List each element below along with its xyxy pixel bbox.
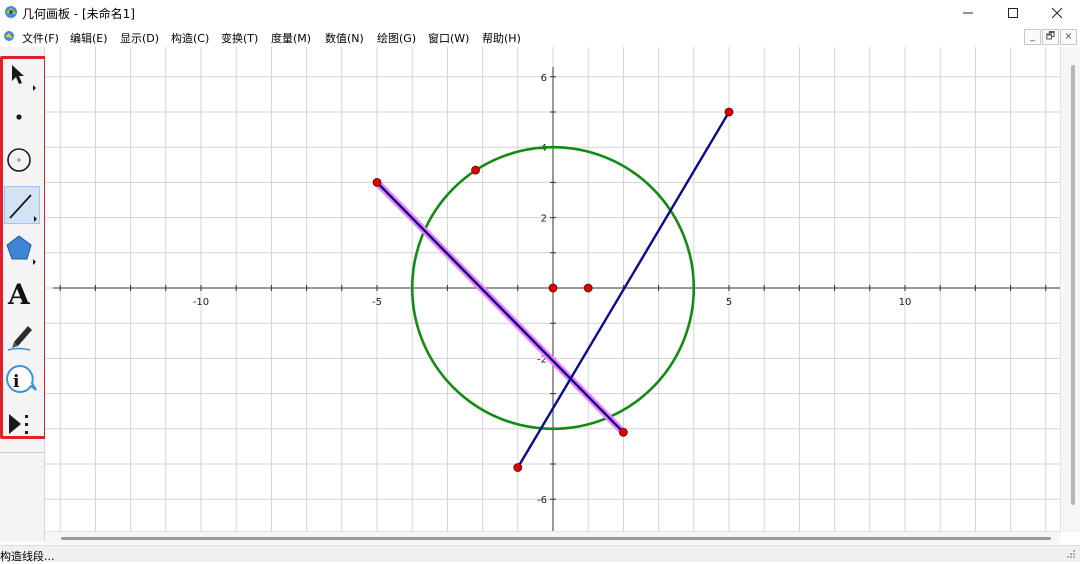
menu-display[interactable]: 显示(D) xyxy=(120,30,159,46)
window-title: 几何画板 - [未命名1] xyxy=(22,7,135,21)
menu-number[interactable]: 数值(N) xyxy=(325,30,364,46)
y-tick-label: 2 xyxy=(541,214,547,225)
status-bar: 构造线段... xyxy=(0,545,1080,563)
point xyxy=(471,165,480,175)
menu-edit[interactable]: 编辑(E) xyxy=(70,30,108,46)
sketch-canvas[interactable]: -10 -5 5 10 6 4 2 -2 -6 xyxy=(45,47,1060,531)
vertical-scrollbar[interactable] xyxy=(1060,47,1080,532)
horizontal-scroll-thumb[interactable] xyxy=(61,537,1051,540)
menu-help[interactable]: 帮助(H) xyxy=(482,30,521,46)
close-button[interactable] xyxy=(1034,0,1080,26)
mdi-restore-button[interactable]: 🗗 xyxy=(1042,29,1059,45)
coordinate-grid[interactable]: -10 -5 5 10642-2-6 xyxy=(45,47,1060,531)
x-tick-label: 10 xyxy=(899,297,912,308)
menu-graph[interactable]: 绘图(G) xyxy=(377,30,416,46)
resize-grip-icon[interactable] xyxy=(1066,549,1076,559)
close-icon xyxy=(1051,7,1063,19)
y-tick-label: -6 xyxy=(537,495,547,506)
maximize-button[interactable] xyxy=(990,0,1036,26)
menu-file[interactable]: 文件(F) xyxy=(22,30,59,46)
maximize-icon xyxy=(1008,8,1018,18)
point xyxy=(619,427,628,437)
menu-construct[interactable]: 构造(C) xyxy=(171,30,209,46)
x-tick-label: -5 xyxy=(372,297,382,308)
tool-palette-highlight-box xyxy=(0,56,47,439)
toolbar-divider xyxy=(0,452,44,453)
tool-palette: A i xyxy=(0,47,47,542)
point xyxy=(548,283,558,293)
point xyxy=(513,463,523,472)
app-logo-icon xyxy=(4,5,18,19)
point xyxy=(372,177,382,187)
horizontal-scrollbar[interactable] xyxy=(45,531,1060,544)
mdi-close-button[interactable]: × xyxy=(1060,29,1077,45)
menu-window[interactable]: 窗口(W) xyxy=(428,30,469,46)
point xyxy=(724,107,734,117)
vertical-scroll-thumb[interactable] xyxy=(1071,65,1075,505)
title-bar: 几何画板 - [未命名1] xyxy=(0,0,1080,26)
y-tick-label: 6 xyxy=(541,73,547,84)
minimize-button[interactable] xyxy=(945,0,991,26)
menu-measure[interactable]: 度量(M) xyxy=(271,30,311,46)
mdi-minimize-button[interactable]: _ xyxy=(1024,29,1041,45)
minimize-icon xyxy=(963,12,973,14)
x-tick-label: 5 xyxy=(726,297,732,308)
document-icon[interactable] xyxy=(3,30,15,42)
menu-bar: 文件(F) 编辑(E) 显示(D) 构造(C) 变换(T) 度量(M) 数值(N… xyxy=(0,27,1080,46)
point xyxy=(583,283,593,293)
menu-transform[interactable]: 变换(T) xyxy=(221,30,258,46)
x-tick-label: -10 xyxy=(193,297,209,308)
status-text: 构造线段... xyxy=(0,550,55,563)
